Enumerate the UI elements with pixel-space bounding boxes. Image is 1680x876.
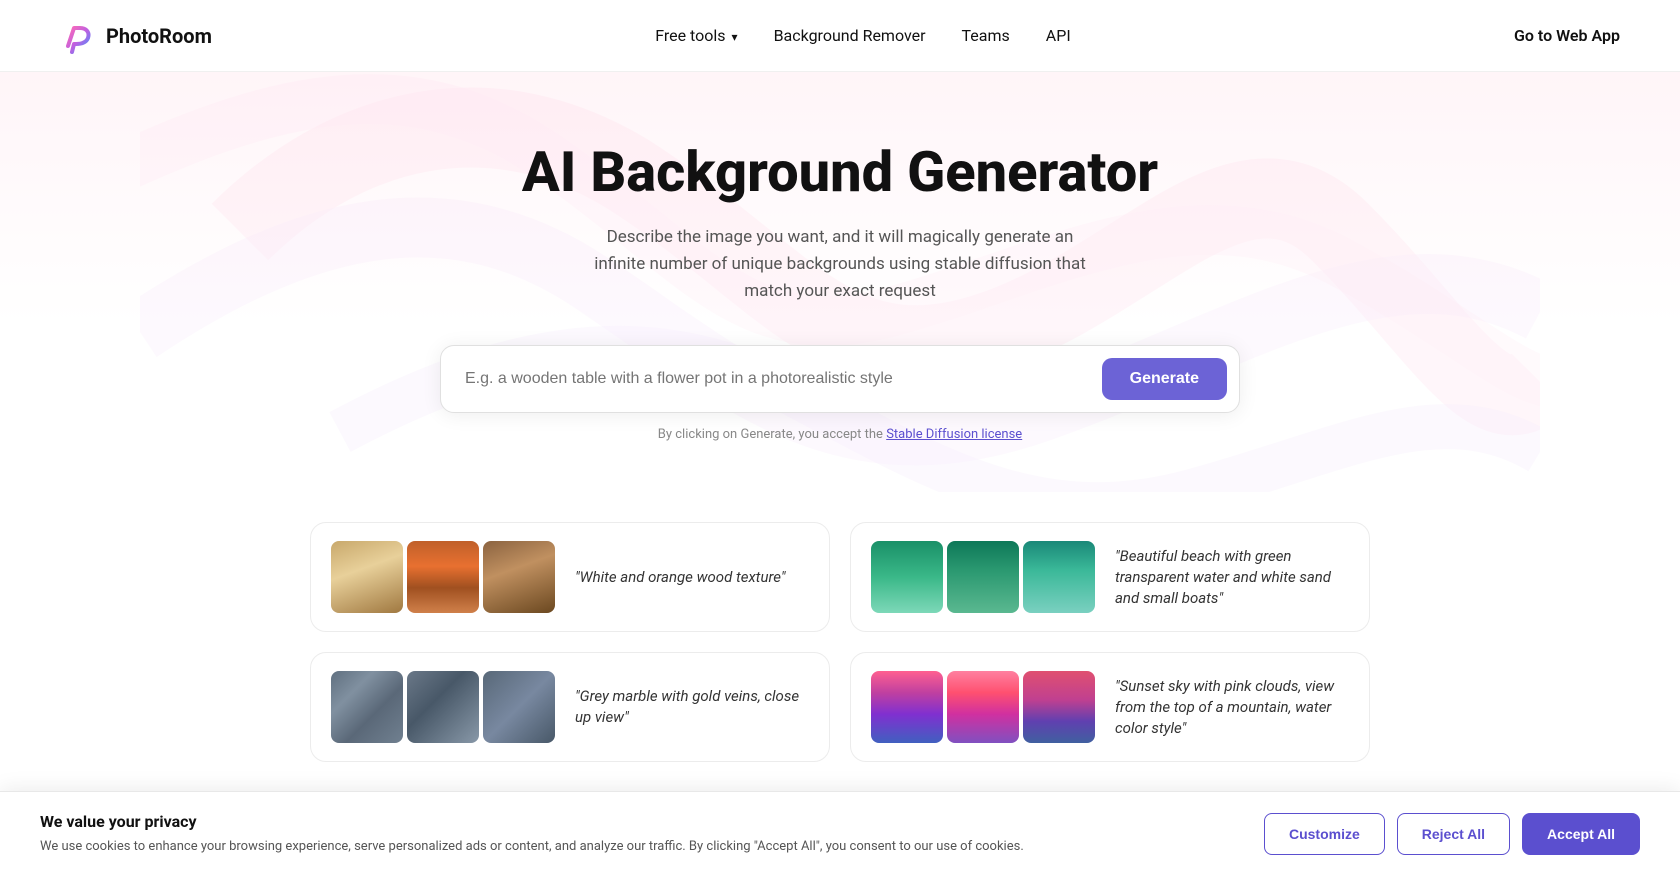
reject-all-button[interactable]: Reject All	[1397, 813, 1510, 855]
example-images-beach	[871, 541, 1095, 613]
example-img-wood-2	[407, 541, 479, 613]
logo-text: PhotoRoom	[106, 24, 212, 48]
generate-button[interactable]: Generate	[1102, 358, 1227, 400]
navbar: PhotoRoom Free tools Background Remover …	[0, 0, 1680, 72]
example-img-marble-1	[331, 671, 403, 743]
example-card-sunset[interactable]: "Sunset sky with pink clouds, view from …	[850, 652, 1370, 762]
cookie-buttons: Customize Reject All Accept All	[1264, 813, 1640, 855]
page-title: AI Background Generator	[20, 142, 1660, 204]
example-text-beach: "Beautiful beach with green transparent …	[1115, 546, 1349, 609]
chevron-down-icon	[730, 26, 738, 45]
search-bar: Generate	[440, 345, 1240, 413]
example-text-marble: "Grey marble with gold veins, close up v…	[575, 686, 809, 728]
example-images-wood	[331, 541, 555, 613]
logo[interactable]: PhotoRoom	[60, 18, 212, 54]
accept-all-button[interactable]: Accept All	[1522, 813, 1640, 855]
cookie-banner: We value your privacy We use cookies to …	[0, 791, 1680, 876]
search-input[interactable]	[465, 370, 1102, 388]
example-img-sunset-2	[947, 671, 1019, 743]
hero-section: AI Background Generator Describe the ima…	[0, 72, 1680, 492]
example-img-sunset-3	[1023, 671, 1095, 743]
example-text-wood: "White and orange wood texture"	[575, 567, 786, 588]
example-img-sunset-1	[871, 671, 943, 743]
example-img-marble-3	[483, 671, 555, 743]
cookie-description: We use cookies to enhance your browsing …	[40, 837, 1234, 857]
nav-link-api[interactable]: API	[1046, 26, 1071, 45]
search-disclaimer: By clicking on Generate, you accept the …	[20, 427, 1660, 442]
hero-content: AI Background Generator Describe the ima…	[20, 142, 1660, 305]
customize-button[interactable]: Customize	[1264, 813, 1385, 855]
example-card-wood[interactable]: "White and orange wood texture"	[310, 522, 830, 632]
example-img-marble-2	[407, 671, 479, 743]
example-img-wood-3	[483, 541, 555, 613]
example-card-beach[interactable]: "Beautiful beach with green transparent …	[850, 522, 1370, 632]
cookie-title: We value your privacy	[40, 812, 1234, 831]
nav-link-free-tools[interactable]: Free tools	[655, 26, 737, 45]
example-images-marble	[331, 671, 555, 743]
cookie-text-block: We value your privacy We use cookies to …	[40, 812, 1234, 857]
examples-grid: "White and orange wood texture" "Beautif…	[310, 522, 1370, 762]
example-img-beach-2	[947, 541, 1019, 613]
nav-links: Free tools Background Remover Teams API	[655, 26, 1070, 45]
search-bar-wrapper: Generate	[440, 345, 1240, 413]
example-img-beach-3	[1023, 541, 1095, 613]
example-img-wood-1	[331, 541, 403, 613]
example-images-sunset	[871, 671, 1095, 743]
stable-diffusion-link[interactable]: Stable Diffusion license	[886, 427, 1022, 442]
example-img-beach-1	[871, 541, 943, 613]
hero-subtitle: Describe the image you want, and it will…	[580, 224, 1100, 306]
logo-icon	[60, 18, 96, 54]
example-card-marble[interactable]: "Grey marble with gold veins, close up v…	[310, 652, 830, 762]
example-text-sunset: "Sunset sky with pink clouds, view from …	[1115, 676, 1349, 739]
go-to-web-app-link[interactable]: Go to Web App	[1514, 26, 1620, 45]
nav-link-background-remover[interactable]: Background Remover	[774, 26, 926, 45]
examples-section: "White and orange wood texture" "Beautif…	[0, 492, 1680, 822]
nav-link-teams[interactable]: Teams	[962, 26, 1010, 45]
